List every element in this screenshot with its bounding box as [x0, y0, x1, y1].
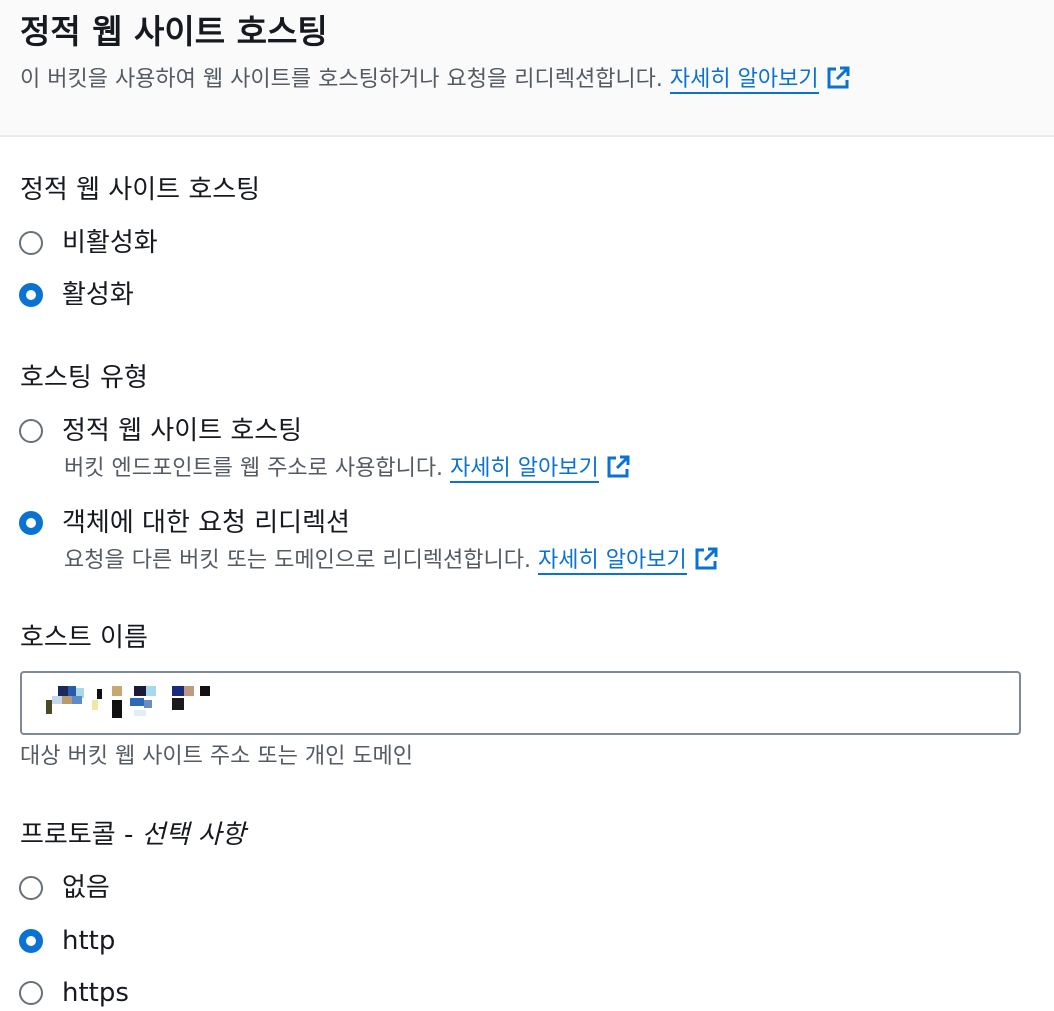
- radio-protocol-https[interactable]: https: [19, 975, 129, 1011]
- redirect-requests-description: 요청을 다른 버킷 또는 도메인으로 리디렉션합니다. 자세히 알아보기: [64, 541, 719, 581]
- protocol-label-text: 프로토콜 -: [20, 820, 134, 850]
- static-hosting-label: 정적 웹 사이트 호스팅: [20, 175, 261, 205]
- radio-label-static-hosting: 정적 웹 사이트 호스팅: [62, 416, 303, 446]
- protocol-optional-text: 선택 사항: [141, 820, 246, 850]
- radio-button-protocol-none[interactable]: [19, 876, 43, 900]
- radio-label-redirect-requests: 객체에 대한 요청 리디렉션: [62, 508, 350, 538]
- radio-label-protocol-http: http: [62, 926, 116, 956]
- radio-protocol-http[interactable]: http: [19, 923, 115, 959]
- radio-protocol-none[interactable]: 없음: [19, 870, 110, 906]
- radio-label-protocol-none: 없음: [62, 873, 110, 903]
- description-text: 이 버킷을 사용하여 웹 사이트를 호스팅하거나 요청을 리디렉션합니다.: [20, 67, 663, 92]
- section-header: 정적 웹 사이트 호스팅 이 버킷을 사용하여 웹 사이트를 호스팅하거나 요청…: [0, 0, 1054, 137]
- radio-button-enable[interactable]: [19, 283, 43, 307]
- radio-button-protocol-http[interactable]: [19, 929, 43, 953]
- radio-button-redirect-requests[interactable]: [19, 511, 43, 535]
- radio-redirect-requests[interactable]: 객체에 대한 요청 리디렉션: [19, 505, 350, 541]
- radio-static-hosting[interactable]: 정적 웹 사이트 호스팅: [19, 413, 302, 449]
- radio-button-static-hosting[interactable]: [19, 419, 43, 443]
- external-link-icon[interactable]: [693, 546, 719, 572]
- radio-button-disable[interactable]: [19, 231, 43, 255]
- learn-more-link[interactable]: 자세히 알아보기: [669, 67, 819, 94]
- radio-button-protocol-https[interactable]: [19, 981, 43, 1005]
- host-name-label: 호스트 이름: [20, 623, 148, 653]
- redirect-requests-description-text: 요청을 다른 버킷 또는 도메인으로 리디렉션합니다.: [64, 548, 532, 573]
- static-hosting-learn-more-link[interactable]: 자세히 알아보기: [450, 456, 599, 483]
- page-description: 이 버킷을 사용하여 웹 사이트를 호스팅하거나 요청을 리디렉션합니다. 자세…: [20, 60, 851, 100]
- external-link-icon[interactable]: [825, 65, 851, 91]
- redacted-host-value: [46, 686, 210, 718]
- redirect-learn-more-link[interactable]: 자세히 알아보기: [538, 548, 687, 575]
- static-hosting-description-text: 버킷 엔드포인트를 웹 주소로 사용합니다.: [64, 456, 444, 481]
- radio-label-enable: 활성화: [62, 280, 134, 310]
- hosting-type-label: 호스팅 유형: [20, 363, 148, 393]
- radio-label-protocol-https: https: [62, 978, 129, 1008]
- radio-label-disable: 비활성화: [62, 228, 158, 258]
- page-title: 정적 웹 사이트 호스팅: [20, 12, 328, 51]
- radio-disable[interactable]: 비활성화: [19, 225, 158, 261]
- protocol-label: 프로토콜 - 선택 사항: [20, 817, 246, 853]
- static-hosting-description: 버킷 엔드포인트를 웹 주소로 사용합니다. 자세히 알아보기: [64, 449, 631, 489]
- external-link-icon[interactable]: [605, 454, 631, 480]
- radio-enable[interactable]: 활성화: [19, 277, 134, 313]
- host-name-hint: 대상 버킷 웹 사이트 주소 또는 개인 도메인: [20, 744, 414, 769]
